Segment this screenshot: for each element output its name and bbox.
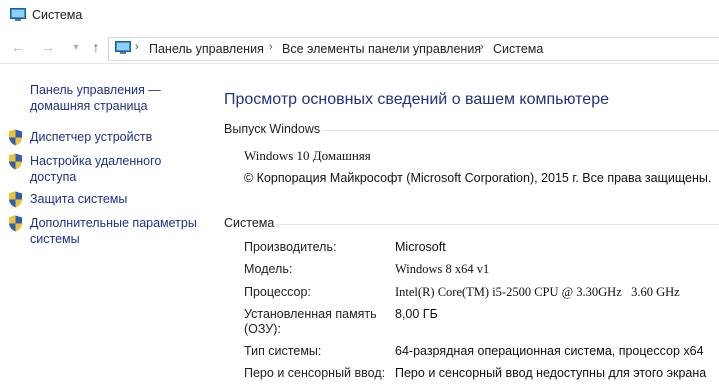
shield-icon [9,191,22,208]
control-panel-home-link[interactable]: Панель управления — домашняя страница [30,82,200,114]
control-panel-icon [115,41,131,54]
page-title: Просмотр основных сведений о вашем компь… [224,91,609,108]
system-type-value: 64-разрядная операционная система, проце… [395,344,704,358]
address-bar[interactable]: › Панель управления › Все элементы панел… [108,37,719,61]
memory-label: Установленная память (ОЗУ): [244,307,377,336]
computer-icon [10,8,26,21]
up-arrow-icon[interactable]: ↑ [88,39,104,55]
shield-icon [9,129,22,146]
title-bar[interactable]: Система [0,0,719,32]
navigation-bar: ← → ▼ ↑ › Панель управления › Все элемен… [0,33,719,64]
breadcrumb-separator[interactable]: › [480,41,484,53]
breadcrumb-separator[interactable]: › [269,41,273,53]
sidebar-item-label: Дополнительные параметры системы [30,216,197,246]
breadcrumb-control-panel[interactable]: Панель управления [149,42,264,56]
breadcrumb-system[interactable]: Система [493,42,543,56]
shield-icon [9,153,22,170]
section-divider [322,130,719,131]
manufacturer-value: Microsoft [395,240,446,254]
shield-icon [9,215,22,232]
main-content: Просмотр основных сведений о вашем компь… [210,64,719,392]
edition-section-title: Выпуск Windows [224,122,321,136]
processor-label: Процессор: [244,285,311,299]
breadcrumb-all-items[interactable]: Все элементы панели управления [282,42,481,56]
system-type-label: Тип системы: [244,344,322,358]
system-window: Система ← → ▼ ↑ › Панель управления › Вс… [0,0,719,392]
breadcrumb-separator[interactable]: › [135,41,139,53]
processor-value: Intel(R) Core(TM) i5-2500 CPU @ 3.30GHz … [395,285,680,299]
sidebar-item-label: Настройка удаленного доступа [30,154,162,184]
sidebar-item-label: Защита системы [30,192,128,206]
model-label: Модель: [244,262,293,276]
pen-touch-label: Перо и сенсорный ввод: [244,366,386,380]
section-divider [276,224,719,225]
memory-value: 8,00 ГБ [395,307,438,321]
copyright-text: © Корпорация Майкрософт (Microsoft Corpo… [244,171,712,185]
sidebar: Панель управления — домашняя страница Ди… [0,64,210,392]
model-value: Windows 8 x64 v1 [395,262,490,276]
forward-arrow-icon[interactable]: → [40,39,56,55]
sidebar-item-label: Диспетчер устройств [30,130,153,144]
system-section-title: Система [224,216,275,230]
windows-edition-name: Windows 10 Домашняя [244,148,371,163]
pen-touch-value: Перо и сенсорный ввод недоступны для это… [395,366,707,380]
back-arrow-icon[interactable]: ← [10,39,26,55]
window-title: Система [32,8,83,22]
manufacturer-label: Производитель: [244,240,337,254]
recent-locations-dropdown-icon[interactable]: ▼ [68,39,84,55]
